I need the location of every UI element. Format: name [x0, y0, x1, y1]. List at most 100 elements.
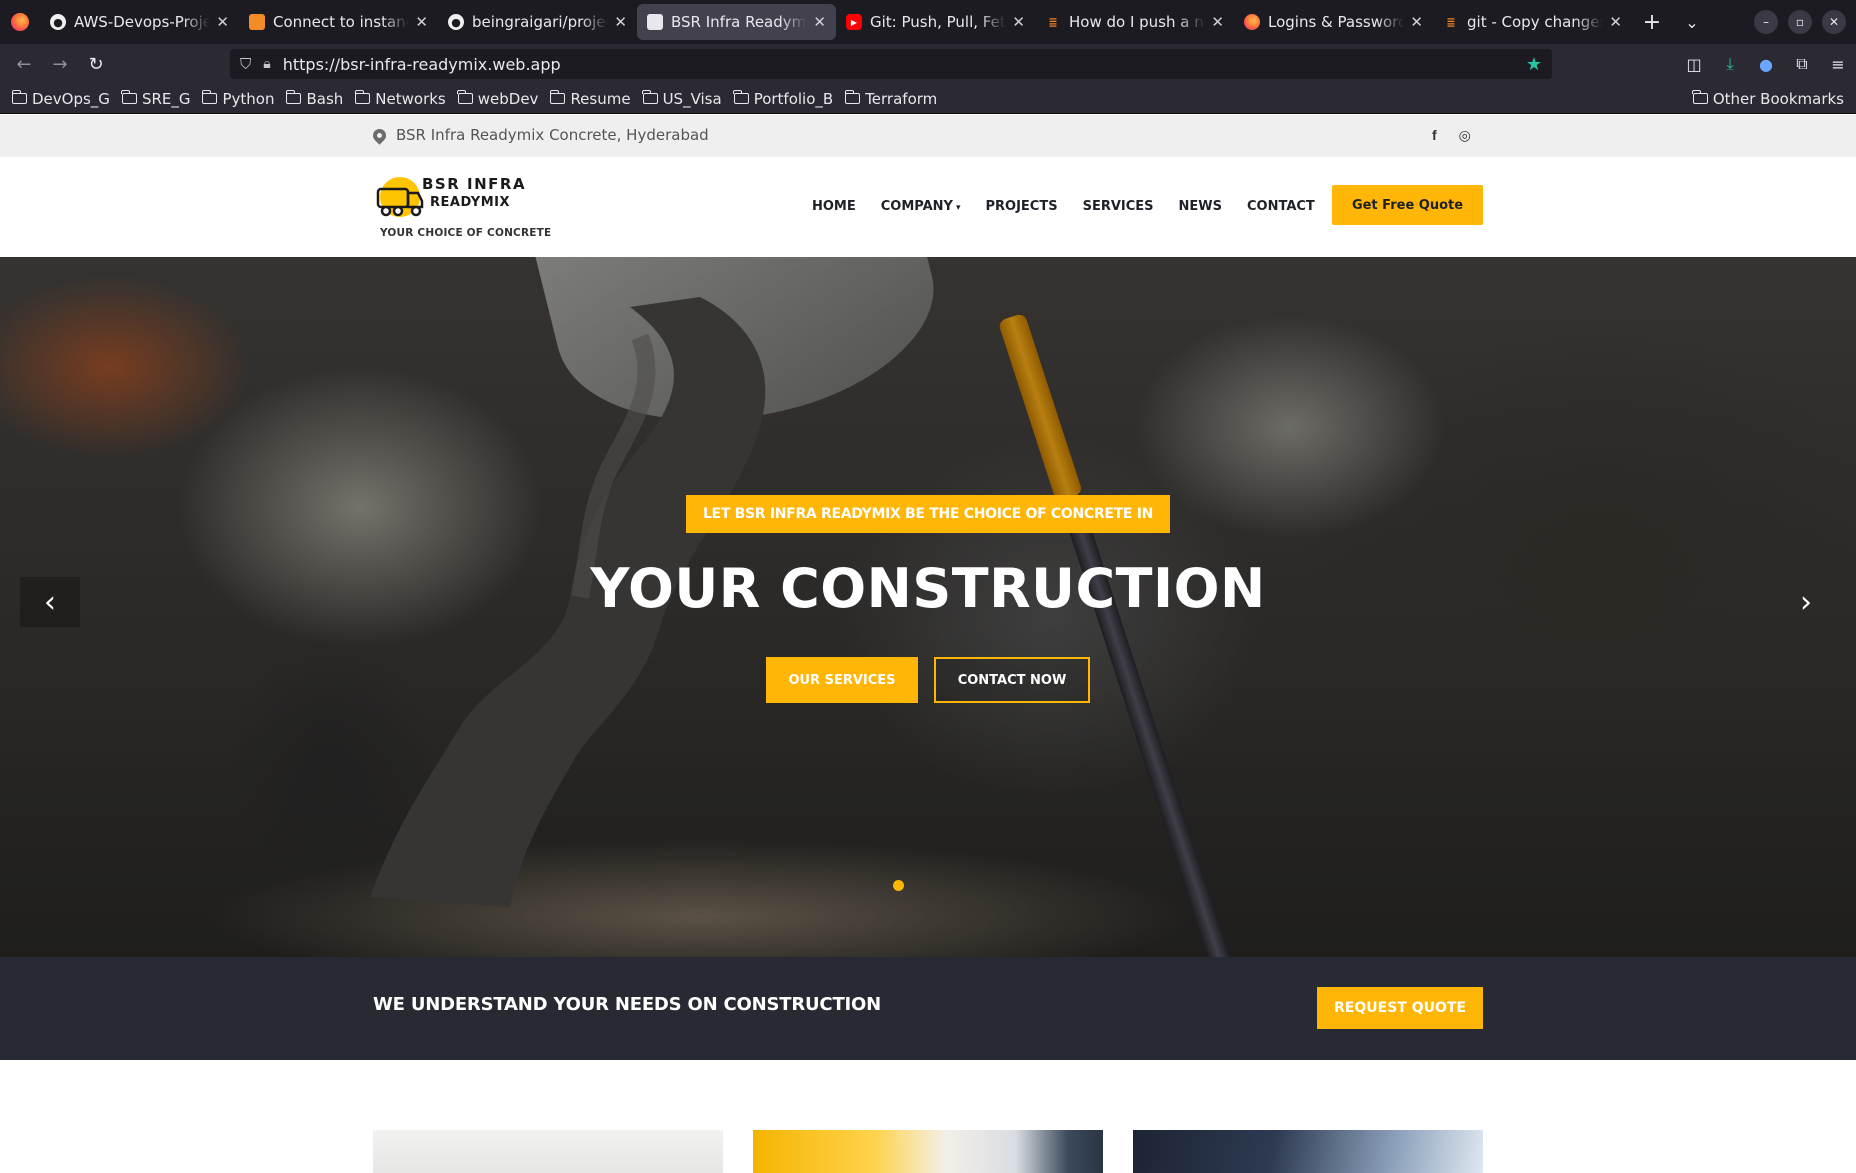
menu-company[interactable]: COMPANY ▾ — [881, 199, 961, 214]
minimize-icon[interactable]: – — [1754, 10, 1778, 34]
url-bar[interactable]: ⛉ 🔒︎ https://bsr-infra-readymix.web.app … — [230, 49, 1552, 79]
tab-git-copy-changes[interactable]: ≣ git - Copy changes from one ✕ — [1433, 4, 1632, 40]
slider-dot-indicator[interactable] — [893, 880, 904, 891]
pocket-icon[interactable]: ◫ — [1676, 55, 1712, 74]
lock-icon[interactable]: 🔒︎ — [263, 56, 270, 72]
bookmarks-bar: DevOps_G SRE_G Python Bash Networks webD… — [0, 84, 1856, 114]
folder-icon — [1692, 90, 1708, 104]
menu-home[interactable]: HOME — [812, 199, 856, 214]
hero-slider: LET BSR INFRA READYMIX BE THE CHOICE OF … — [0, 257, 1856, 957]
back-arrow-icon[interactable]: ← — [6, 46, 42, 82]
bookmark-folder[interactable]: Bash — [285, 89, 344, 108]
reload-icon[interactable]: ↻ — [78, 46, 114, 82]
tab-logins-passwords[interactable]: Logins & Passwords ✕ — [1234, 4, 1433, 40]
extensions-icon[interactable]: ⧉ — [1784, 54, 1820, 74]
stackoverflow-icon: ≣ — [1048, 15, 1058, 29]
close-icon[interactable]: ✕ — [813, 13, 826, 31]
youtube-icon: ▶ — [846, 14, 862, 30]
bookmark-folder[interactable]: Resume — [549, 89, 631, 108]
location-text: BSR Infra Readymix Concrete, Hyderabad — [396, 126, 709, 144]
firefox-icon — [1244, 14, 1260, 30]
aws-icon — [249, 14, 265, 30]
site-logo[interactable]: BSR INFRA READYMIX YOUR CHOICE OF CONCRE… — [372, 171, 551, 243]
menu-contact[interactable]: CONTACT — [1247, 199, 1315, 214]
bookmark-folder[interactable]: US_Visa — [642, 90, 722, 108]
logo-line1: BSR INFRA — [422, 175, 527, 193]
shield-icon[interactable]: ⛉ — [240, 55, 251, 73]
hamburger-menu-icon[interactable]: ≡ — [1820, 55, 1856, 74]
close-icon[interactable]: ✕ — [1609, 13, 1622, 31]
other-bookmarks[interactable]: Other Bookmarks — [1692, 89, 1844, 108]
tab-label: How do I push a new local — [1069, 13, 1205, 31]
tab-list-chevron-icon[interactable]: ⌄ — [1672, 13, 1712, 32]
menu-company-label: COMPANY — [880, 199, 953, 214]
new-tab-icon[interactable]: + — [1632, 10, 1672, 35]
close-icon[interactable]: ✕ — [1012, 13, 1025, 31]
service-card-image[interactable] — [373, 1130, 723, 1173]
close-icon[interactable]: ✕ — [1410, 13, 1423, 31]
bookmark-label: DevOps_G — [32, 89, 110, 108]
menu-projects[interactable]: PROJECTS — [986, 199, 1058, 214]
location: BSR Infra Readymix Concrete, Hyderabad — [370, 125, 709, 145]
github-icon: ● — [448, 14, 464, 30]
tab-github-project[interactable]: ● beingraigari/project_x ✕ — [438, 4, 637, 40]
bookmark-folder[interactable]: Networks — [354, 90, 446, 108]
bookmark-star-icon[interactable]: ★ — [1526, 54, 1542, 75]
tab-aws-devops-projects[interactable]: ● AWS-Devops-Projects ✕ — [40, 4, 239, 40]
bookmark-folder[interactable]: Portfolio_B — [733, 89, 834, 108]
browser-nav-bar: ← → ↻ ⛉ 🔒︎ https://bsr-infra-readymix.we… — [0, 44, 1856, 84]
bookmark-label: Portfolio_B — [753, 89, 834, 108]
slider-next-chevron-icon[interactable]: › — [1776, 577, 1836, 627]
bookmark-folder[interactable]: Python — [201, 89, 275, 108]
close-icon[interactable]: ✕ — [1211, 13, 1224, 31]
instagram-icon[interactable]: ◎ — [1459, 127, 1471, 144]
our-services-button[interactable]: OUR SERVICES — [766, 657, 918, 703]
tab-label: Logins & Passwords — [1268, 13, 1405, 31]
github-icon: ● — [50, 14, 66, 30]
tab-label: beingraigari/project_x — [472, 13, 608, 31]
cta-strip: WE UNDERSTAND YOUR NEEDS ON CONSTRUCTION… — [0, 957, 1856, 1060]
bookmark-folder[interactable]: DevOps_G — [11, 89, 110, 108]
bookmark-folder[interactable]: webDev — [457, 90, 538, 108]
account-icon[interactable]: ● — [1748, 55, 1784, 74]
get-free-quote-button[interactable]: Get Free Quote — [1332, 185, 1483, 225]
folder-icon — [642, 90, 658, 104]
page-icon — [647, 14, 663, 30]
menu-news[interactable]: NEWS — [1179, 199, 1222, 214]
slider-prev-chevron-icon[interactable]: ‹ — [20, 577, 80, 627]
close-icon[interactable]: ✕ — [614, 13, 627, 31]
download-icon[interactable]: ⤓ — [1712, 54, 1748, 74]
folder-icon — [201, 90, 218, 104]
tab-connect-to-instance[interactable]: Connect to instance | EC2 ✕ — [239, 4, 438, 40]
bookmark-folder[interactable]: SRE_G — [121, 89, 191, 108]
folder-icon — [354, 90, 371, 104]
map-pin-icon — [370, 125, 389, 145]
bookmark-label: Python — [222, 89, 275, 108]
tab-git-push-pull[interactable]: ▶ Git: Push, Pull, Fetch, Clone ✕ — [836, 4, 1035, 40]
forward-arrow-icon[interactable]: → — [42, 46, 78, 82]
browser-tab-bar: ● AWS-Devops-Projects ✕ Connect to insta… — [0, 0, 1856, 44]
facebook-icon[interactable]: f — [1432, 127, 1437, 144]
bookmark-label: Resume — [570, 89, 631, 108]
close-icon[interactable]: ✕ — [415, 13, 428, 31]
bookmark-label: Bash — [306, 89, 344, 108]
tab-how-do-i-push[interactable]: ≣ How do I push a new local ✕ — [1035, 4, 1234, 40]
contact-now-button[interactable]: CONTACT NOW — [934, 657, 1090, 703]
firefox-menu-icon[interactable] — [0, 0, 40, 44]
tab-bsr-infra[interactable]: BSR Infra Readymix Concrete ✕ — [637, 4, 836, 40]
bookmark-label: SRE_G — [141, 89, 191, 108]
window-close-icon[interactable]: ✕ — [1822, 10, 1846, 34]
bookmark-label: Other Bookmarks — [1712, 89, 1844, 108]
tab-label: AWS-Devops-Projects — [74, 13, 211, 31]
menu-services[interactable]: SERVICES — [1083, 199, 1154, 214]
logo-tagline: YOUR CHOICE OF CONCRETE — [380, 227, 552, 239]
url-text[interactable]: https://bsr-infra-readymix.web.app — [283, 55, 561, 74]
bookmark-folder[interactable]: Terraform — [844, 90, 937, 108]
close-icon[interactable]: ✕ — [216, 13, 229, 31]
tab-label: git - Copy changes from one — [1467, 13, 1604, 31]
folder-icon — [11, 90, 27, 104]
service-card-image[interactable] — [753, 1130, 1103, 1173]
request-quote-button[interactable]: REQUEST QUOTE — [1317, 987, 1483, 1029]
restore-icon[interactable]: ▫ — [1788, 10, 1812, 34]
service-card-image[interactable] — [1133, 1130, 1483, 1173]
